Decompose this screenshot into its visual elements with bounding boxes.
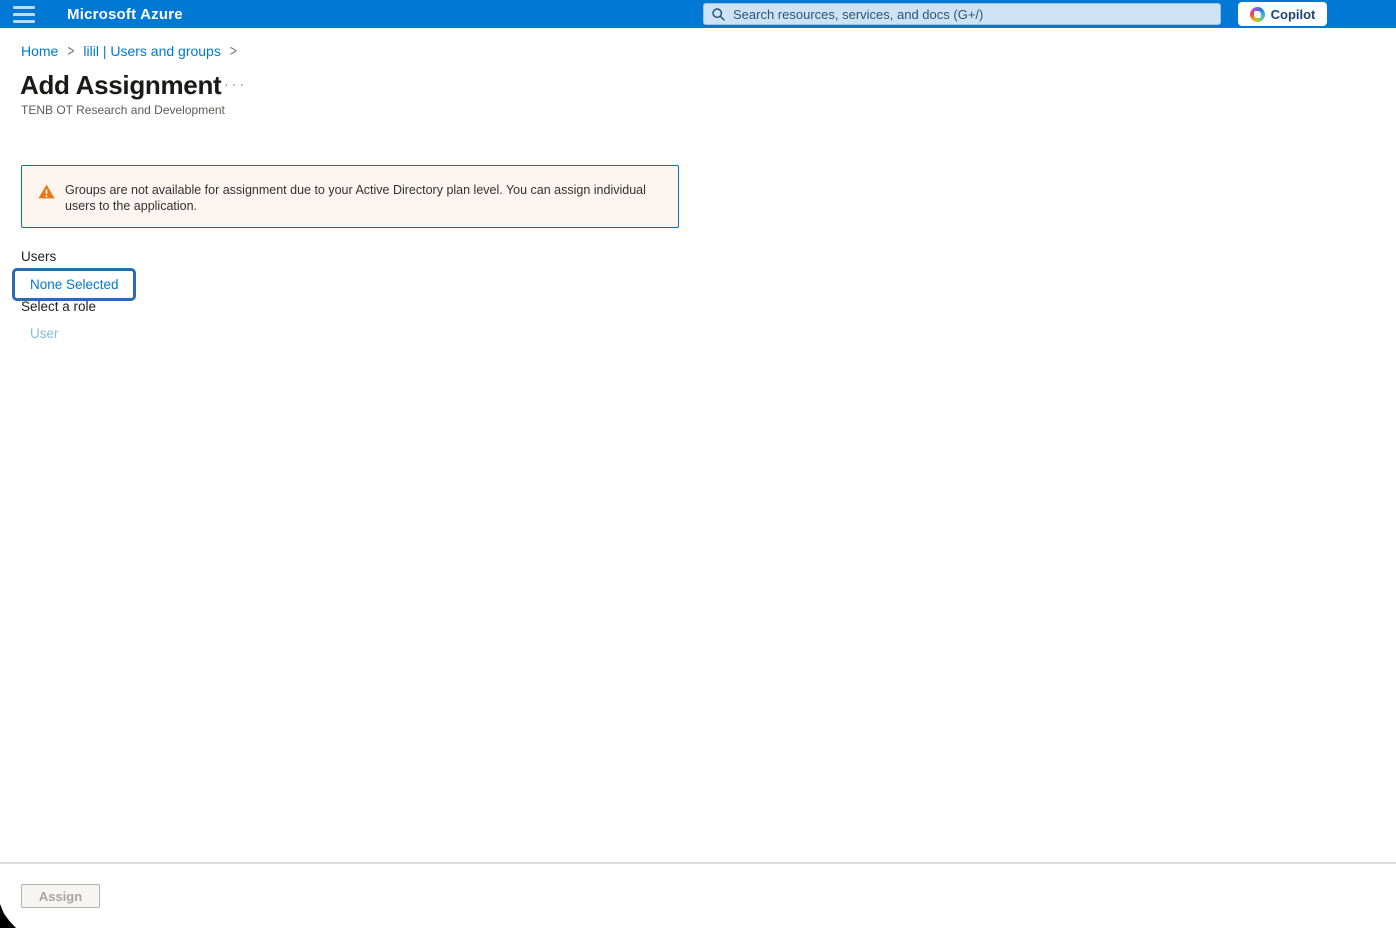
breadcrumb: Home > lilil | Users and groups >	[21, 43, 246, 59]
users-label: Users	[21, 249, 56, 264]
search-icon	[712, 8, 725, 21]
page-subtitle: TENB OT Research and Development	[21, 103, 225, 117]
portal-title[interactable]: Microsoft Azure	[67, 6, 183, 23]
mouse-cursor	[0, 904, 16, 928]
warning-triangle-icon	[38, 184, 55, 199]
warning-banner: Groups are not available for assignment …	[21, 165, 679, 228]
breadcrumb-users-and-groups-link[interactable]: lilil | Users and groups	[83, 43, 220, 59]
hamburger-menu-icon[interactable]	[13, 6, 35, 23]
select-role-label: Select a role	[21, 299, 96, 314]
copilot-icon	[1250, 7, 1265, 22]
assign-button[interactable]: Assign	[21, 884, 100, 908]
users-selection-highlight[interactable]: None Selected	[12, 268, 136, 301]
role-value-link[interactable]: User	[30, 326, 59, 341]
chevron-right-icon: >	[67, 42, 74, 60]
global-search[interactable]	[703, 3, 1221, 25]
chevron-right-icon: >	[230, 42, 237, 60]
more-options-icon[interactable]: ···	[224, 76, 247, 92]
warning-message: Groups are not available for assignment …	[65, 183, 662, 214]
none-selected-link[interactable]: None Selected	[30, 277, 119, 292]
azure-portal-screen: Microsoft Azure Copilot Home > lilil | U…	[0, 0, 1396, 928]
copilot-label: Copilot	[1271, 7, 1316, 22]
search-input[interactable]	[733, 4, 1212, 24]
breadcrumb-home-link[interactable]: Home	[21, 43, 58, 59]
top-bar: Microsoft Azure Copilot	[0, 0, 1396, 28]
copilot-button[interactable]: Copilot	[1238, 2, 1327, 26]
footer-divider	[0, 862, 1396, 864]
page-title: Add Assignment	[20, 70, 221, 101]
